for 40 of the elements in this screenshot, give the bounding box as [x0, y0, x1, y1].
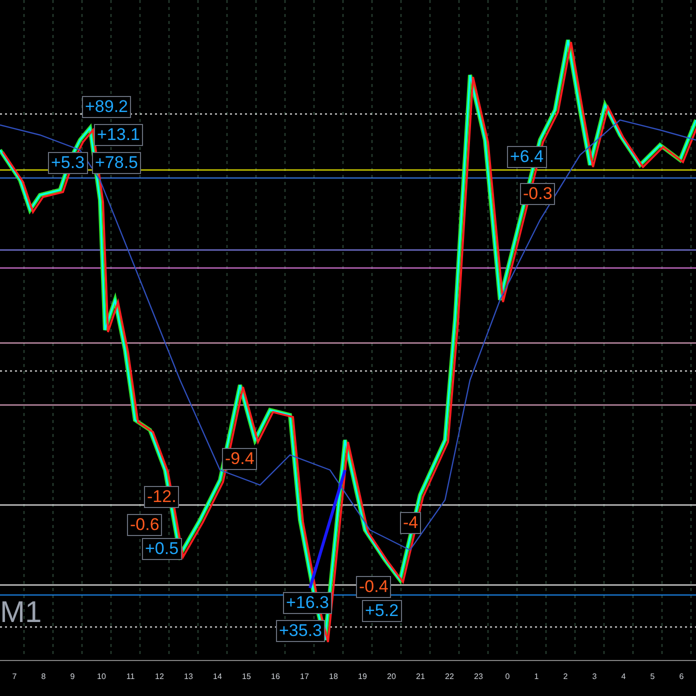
- time-axis-label: 13: [183, 671, 194, 683]
- time-axis-label: 22: [444, 671, 455, 683]
- time-axis-label: 14: [212, 671, 223, 683]
- trade-label: -0.6: [127, 514, 162, 536]
- time-axis-label: 10: [96, 671, 107, 683]
- time-axis-label: 3: [591, 671, 598, 683]
- time-axis-label: 12: [154, 671, 165, 683]
- time-axis-label: 5: [649, 671, 656, 683]
- time-axis-label: 9: [69, 671, 76, 683]
- trade-label: -0.3: [520, 183, 556, 205]
- trade-label: +5.2: [362, 600, 402, 622]
- trade-label: +16.3: [283, 592, 332, 614]
- time-axis-label: 6: [678, 671, 685, 683]
- time-axis-label: 11: [125, 671, 136, 683]
- trade-label: +78.5: [92, 152, 142, 174]
- trade-label: +0.5: [142, 538, 182, 560]
- timeframe-label: M1: [0, 597, 42, 629]
- time-axis-label: 0: [504, 671, 511, 683]
- time-axis-label: 16: [270, 671, 281, 683]
- trade-label: +5.3: [48, 152, 88, 174]
- time-axis-label: 17: [299, 671, 310, 683]
- trade-label: -4: [400, 512, 422, 534]
- time-axis-label: 1: [533, 671, 540, 683]
- time-axis-label: 7: [11, 671, 18, 683]
- trade-label: -12.: [144, 486, 180, 508]
- time-axis-label: 19: [357, 671, 368, 683]
- trade-label: -0.4: [356, 576, 392, 598]
- time-axis-label: 18: [328, 671, 339, 683]
- trade-label: +13.1: [94, 124, 144, 146]
- time-axis-label: 2: [562, 671, 569, 683]
- time-axis-label: 15: [241, 671, 252, 683]
- time-axis-label: 21: [415, 671, 426, 683]
- trade-label: +89.2: [82, 96, 132, 118]
- time-axis-label: 20: [386, 671, 397, 683]
- time-axis-label: 23: [473, 671, 484, 683]
- trade-label: +6.4: [507, 146, 547, 168]
- trade-label: -9.4: [222, 448, 258, 470]
- time-axis-label: 8: [40, 671, 47, 683]
- trade-label: +35.3: [276, 620, 326, 642]
- time-axis-label: 4: [620, 671, 627, 683]
